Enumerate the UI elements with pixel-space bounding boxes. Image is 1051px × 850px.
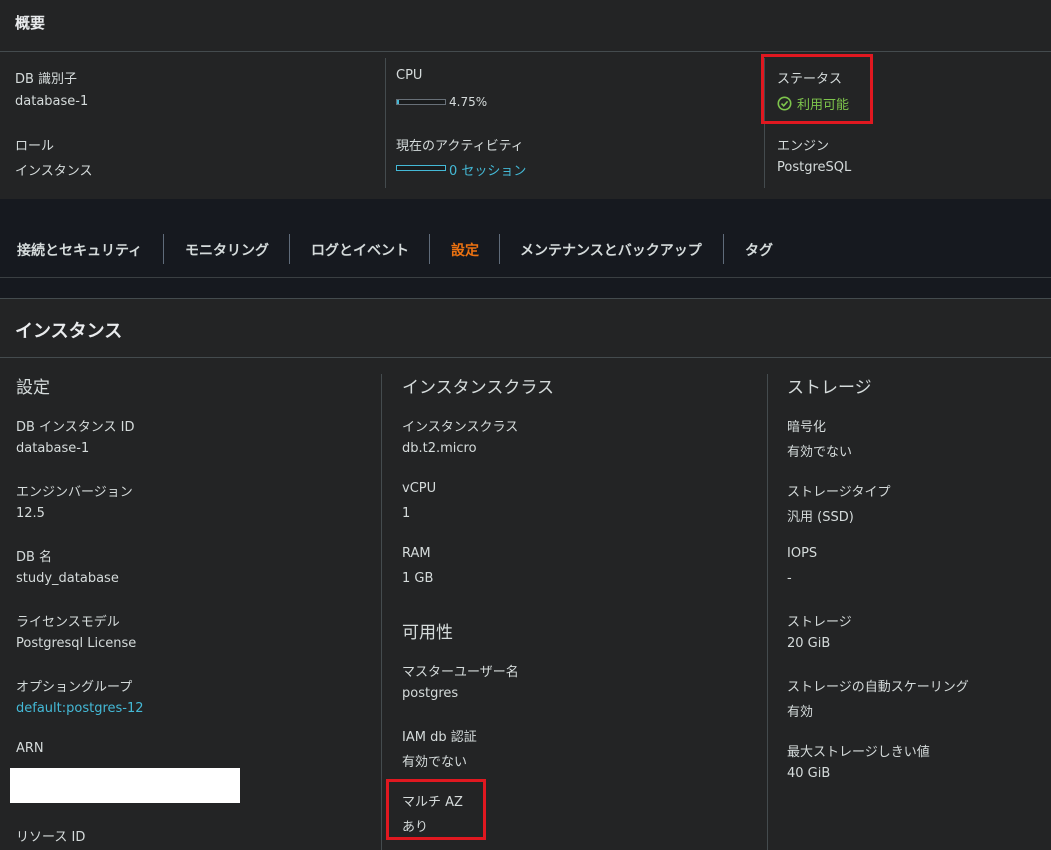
divider xyxy=(767,374,768,850)
storage-autoscaling-label: ストレージの自動スケーリング xyxy=(787,680,969,695)
vcpu-label: vCPU xyxy=(402,481,437,496)
activity-bar xyxy=(396,165,446,171)
ram-label: RAM xyxy=(402,546,431,561)
option-group-label: オプショングループ xyxy=(16,680,133,695)
tab-monitoring[interactable]: モニタリング xyxy=(185,240,269,260)
divider xyxy=(0,298,1051,299)
storage-autoscaling-value: 有効 xyxy=(787,705,814,720)
iam-auth-value: 有効でない xyxy=(402,755,468,770)
storage-size-value: 20 GiB xyxy=(787,636,831,651)
arn-label: ARN xyxy=(16,741,44,756)
instance-section-title: インスタンス xyxy=(15,321,123,342)
instance-id-label: DB インスタンス ID xyxy=(16,420,135,435)
tab-separator xyxy=(723,234,724,264)
engine-version-value: 12.5 xyxy=(16,506,45,521)
divider xyxy=(381,374,382,850)
tab-separator xyxy=(499,234,500,264)
instance-class-label: インスタンスクラス xyxy=(402,420,519,435)
multi-az-highlight-box xyxy=(386,779,486,840)
tab-logs-events[interactable]: ログとイベント xyxy=(311,240,409,260)
config-heading: 設定 xyxy=(16,378,50,398)
tab-separator xyxy=(289,234,290,264)
instance-class-heading: インスタンスクラス xyxy=(402,378,554,398)
resource-id-label: リソース ID xyxy=(16,830,86,845)
storage-heading: ストレージ xyxy=(787,378,872,398)
vcpu-value: 1 xyxy=(402,506,411,521)
tab-separator xyxy=(163,234,164,264)
max-storage-threshold-label: 最大ストレージしきい値 xyxy=(787,745,930,760)
db-identifier-label: DB 識別子 xyxy=(15,72,78,87)
ram-value: 1 GB xyxy=(402,571,434,586)
divider xyxy=(385,58,386,188)
cpu-bar-fill xyxy=(397,100,400,104)
cpu-bar xyxy=(396,99,446,105)
storage-size-label: ストレージ xyxy=(787,615,852,630)
encryption-value: 有効でない xyxy=(787,445,853,460)
license-model-label: ライセンスモデル xyxy=(16,615,120,630)
db-name-label: DB 名 xyxy=(16,550,53,565)
master-user-label: マスターユーザー名 xyxy=(402,665,519,680)
activity-label: 現在のアクティビティ xyxy=(396,139,524,154)
storage-type-value: 汎用 (SSD) xyxy=(787,510,854,525)
encryption-label: 暗号化 xyxy=(787,420,827,435)
divider xyxy=(0,277,1051,278)
option-group-link[interactable]: default:postgres-12 xyxy=(16,701,144,716)
instance-class-value: db.t2.micro xyxy=(402,441,477,456)
status-highlight-box xyxy=(761,54,873,124)
engine-version-label: エンジンバージョン xyxy=(16,485,133,500)
cpu-label: CPU xyxy=(396,68,423,83)
role-value: インスタンス xyxy=(15,164,93,179)
max-storage-threshold-value: 40 GiB xyxy=(787,766,831,781)
iops-label: IOPS xyxy=(787,546,818,561)
tab-connectivity-security[interactable]: 接続とセキュリティ xyxy=(17,240,142,260)
master-user-value: postgres xyxy=(402,686,459,701)
arn-value-redacted xyxy=(10,768,240,803)
storage-type-label: ストレージタイプ xyxy=(787,485,891,500)
activity-sessions-link[interactable]: 0 セッション xyxy=(449,160,526,179)
iops-value: - xyxy=(787,571,792,586)
engine-label: エンジン xyxy=(777,139,830,154)
summary-title: 概要 xyxy=(15,14,46,32)
tab-separator xyxy=(429,234,430,264)
instance-id-value: database-1 xyxy=(16,441,90,456)
license-model-value: Postgresql License xyxy=(16,636,137,651)
availability-heading: 可用性 xyxy=(402,623,453,643)
cpu-value: 4.75% xyxy=(449,95,488,109)
divider xyxy=(0,51,1051,52)
tab-maintenance-backups[interactable]: メンテナンスとバックアップ xyxy=(520,240,702,260)
db-identifier-value: database-1 xyxy=(15,94,89,109)
engine-value: PostgreSQL xyxy=(777,160,852,175)
tab-tags[interactable]: タグ xyxy=(745,240,773,260)
iam-auth-label: IAM db 認証 xyxy=(402,730,477,745)
divider xyxy=(0,357,1051,358)
db-name-value: study_database xyxy=(16,571,119,586)
role-label: ロール xyxy=(15,139,55,154)
tab-configuration[interactable]: 設定 xyxy=(451,240,479,260)
